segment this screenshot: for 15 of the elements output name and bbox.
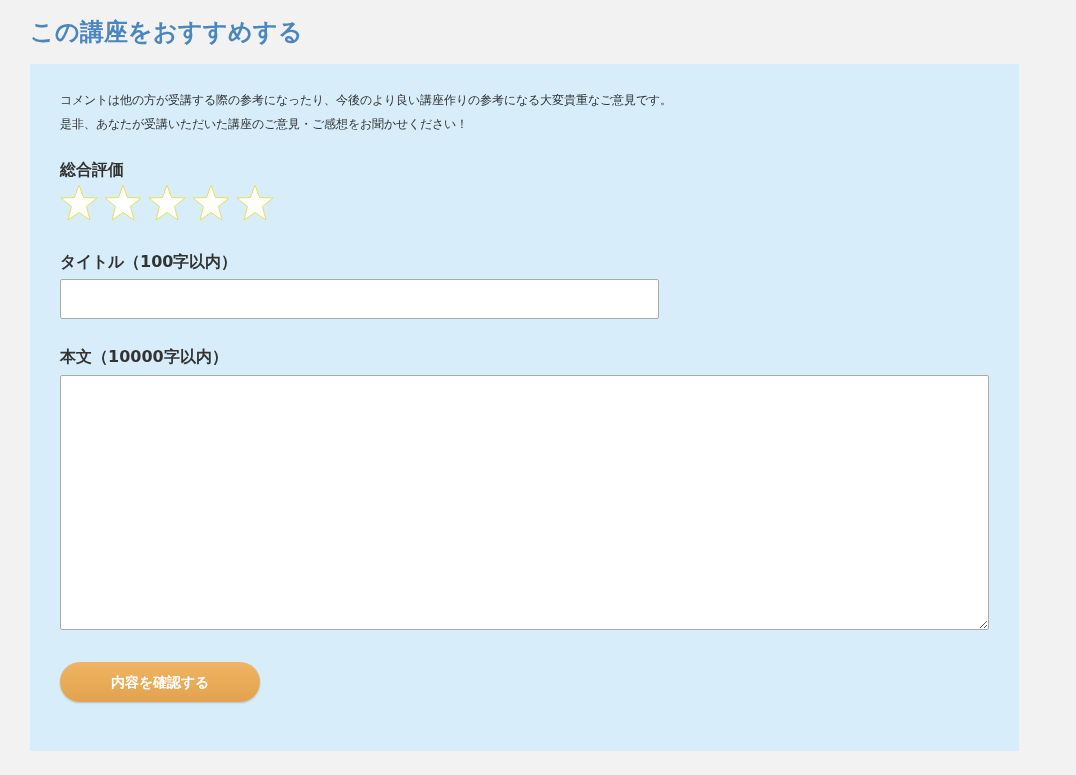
page-heading: この講座をおすすめする <box>30 17 304 48</box>
empty-star-icon[interactable] <box>148 184 186 222</box>
empty-star-icon[interactable] <box>236 184 274 222</box>
empty-star-icon[interactable] <box>104 184 142 222</box>
body-textarea[interactable] <box>60 375 989 630</box>
title-input[interactable] <box>60 279 659 319</box>
field-label: 本文（10000字以内） <box>60 346 229 368</box>
intro-text: 是非、あなたが受講いただいた講座のご意見・ご感想をお聞かせください！ <box>60 116 468 133</box>
empty-star-icon[interactable] <box>60 184 98 222</box>
empty-star-icon[interactable] <box>192 184 230 222</box>
star-rating[interactable] <box>60 184 274 222</box>
intro-text: コメントは他の方が受講する際の参考になったり、今後のより良い講座作りの参考になる大変貴重なご意見です。 <box>60 92 672 109</box>
field-label: タイトル（100字以内） <box>60 251 239 273</box>
confirm-button[interactable]: 内容を確認する <box>60 662 260 702</box>
field-label: 総合評価 <box>60 159 125 181</box>
